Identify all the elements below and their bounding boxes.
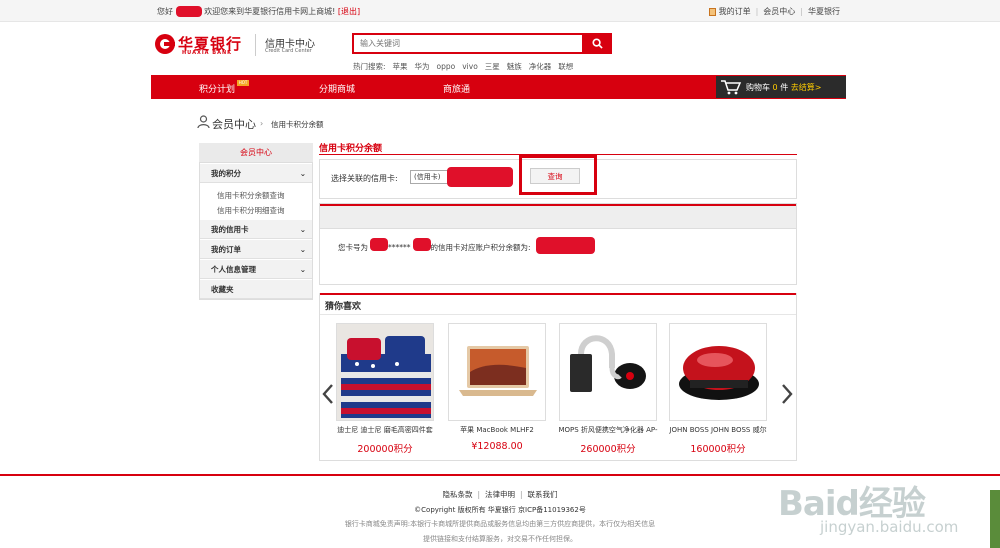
search-icon [592,38,603,49]
welcome-message: 您好 欢迎您来到华夏银行信用卡网上商城! [退出] [157,6,360,17]
product-name[interactable]: MOPS 折风便携空气净化器 AP- [553,425,663,435]
sidebar-section-my-orders[interactable]: 我的订单 ⌄ [200,240,312,259]
logo-divider [255,34,256,56]
sidebar-section-favorites[interactable]: 收藏夹 [200,280,312,299]
cart-icon [721,80,742,95]
product-name[interactable]: 苹果 MacBook MLHF2 [442,425,552,435]
top-links: 我的订单 | 会员中心 | 华夏银行 [708,6,840,17]
breadcrumb-separator-icon: › [260,119,264,128]
chevron-down-icon: ⌄ [299,245,306,254]
welcome-text: 欢迎您来到华夏银行信用卡网上商城! [204,7,336,16]
hot-search-label: 热门搜索: [353,62,386,71]
sidebar-item-points-balance[interactable]: 信用卡积分余额查询 [217,190,285,201]
hot-searches: 热门搜索: 苹果 华为 oppo vivo 三星 魅族 净化器 联想 [353,61,580,72]
sidebar-section-label: 我的信用卡 [211,225,249,234]
hot-word[interactable]: 苹果 [393,62,408,71]
carousel-next-icon[interactable] [781,383,793,405]
sidebar-section-label: 收藏夹 [211,285,234,294]
sidebar-section-my-cards[interactable]: 我的信用卡 ⌄ [200,220,312,239]
redacted-card-suffix [413,238,431,251]
query-button-highlight [519,155,597,195]
hot-word[interactable]: oppo [437,62,456,71]
search-input[interactable] [354,35,582,52]
chevron-down-icon: ⌄ [299,225,306,234]
sidebar-item-points-detail[interactable]: 信用卡积分明细查询 [217,205,285,216]
huaxia-bank-link[interactable]: 华夏银行 [808,7,840,16]
product-name[interactable]: 迪士尼 迪士尼 磨毛高密四件套 [330,425,440,435]
recommendations-title: 猜你喜欢 [325,302,362,312]
window-edge [990,490,1000,548]
top-bar: 您好 欢迎您来到华夏银行信用卡网上商城! [退出] [0,0,1000,22]
contact-link[interactable]: 联系我们 [528,490,558,499]
breadcrumb-current: 信用卡积分余额 [271,120,324,129]
product-price: 200000积分 [357,444,413,455]
cart-unit: 件 [780,83,789,92]
shopping-cart[interactable]: 购物车 0 件 去结算> [716,76,846,98]
nav-installment-mall[interactable]: 分期商城 [319,82,355,95]
redacted-card-number [447,167,513,187]
carousel-prev-icon[interactable] [322,383,334,405]
product-card[interactable] [336,323,434,421]
product-card[interactable] [559,323,657,421]
member-center-link[interactable]: 会员中心 [763,7,795,16]
hot-word[interactable]: 华为 [415,62,430,71]
redacted-username [175,6,202,17]
product-price: 160000积分 [690,444,746,455]
hot-word[interactable]: 魅族 [507,62,522,71]
balance-suffix: 的信用卡对应账户积分余额为: [430,243,531,252]
page-title: 信用卡积分余额 [319,144,383,154]
credit-card-center-subtitle: Credit Card Center [265,48,312,54]
breadcrumb-root[interactable]: 会员中心 [212,116,256,132]
balance-mask: ****** [388,243,411,252]
sidebar-header[interactable]: 会员中心 [199,143,313,163]
nav-travel[interactable]: 商旅通 [443,82,470,95]
hello-text: 您好 [157,7,173,16]
product-air-purifier-image [560,324,656,420]
cart-count: 0 [772,83,778,92]
product-electric-grill-image [670,324,766,420]
privacy-link[interactable]: 隐私条款 [442,490,472,499]
order-icon [708,7,716,16]
product-card[interactable] [669,323,767,421]
logout-link[interactable]: [退出] [338,7,360,16]
product-price: 260000积分 [580,444,636,455]
sidebar-section-personal-info[interactable]: 个人信息管理 ⌄ [200,260,312,279]
balance-prefix: 您卡号为 [338,243,368,252]
user-icon [197,115,210,129]
watermark-url: jingyan.baidu.com [820,518,959,536]
hot-word[interactable]: 联想 [558,62,573,71]
huaxia-logo-icon[interactable] [155,34,175,54]
chevron-down-icon: ⌄ [299,265,306,274]
nav-points-plan[interactable]: 积分计划 [199,82,235,95]
hot-word[interactable]: vivo [462,62,478,71]
hot-badge: HOT [237,80,249,86]
result-panel-header [320,206,796,229]
search-box [352,33,584,54]
checkout-link[interactable]: 去结算> [791,83,822,92]
product-macbook-image [449,324,545,420]
search-button[interactable] [584,33,612,54]
logo-english: HUAXIA BANK [182,50,233,56]
sidebar-section-label: 个人信息管理 [211,265,256,274]
product-card[interactable] [448,323,546,421]
redacted-points-balance [536,237,595,254]
redacted-card-prefix [370,238,388,251]
recommendations-header [320,295,796,315]
sidebar-section-label: 我的积分 [211,169,241,178]
hot-word[interactable]: 净化器 [529,62,552,71]
sidebar-section-label: 我的订单 [211,245,241,254]
card-select-label: 选择关联的信用卡: [331,174,398,183]
balance-text: 您卡号为 ****** 的信用卡对应账户积分余额为: [338,242,531,253]
product-bedding-image [337,324,433,420]
cart-label: 购物车 [746,83,770,92]
hot-word[interactable]: 三星 [485,62,500,71]
legal-link[interactable]: 法律申明 [485,490,515,499]
product-price: ¥12088.00 [471,441,523,452]
my-orders-link[interactable]: 我的订单 [719,7,751,16]
product-name[interactable]: JOHN BOSS JOHN BOSS 威尔 [663,425,773,435]
sidebar-section-my-points[interactable]: 我的积分 ⌄ [200,164,312,183]
chevron-down-icon: ⌄ [299,169,306,178]
